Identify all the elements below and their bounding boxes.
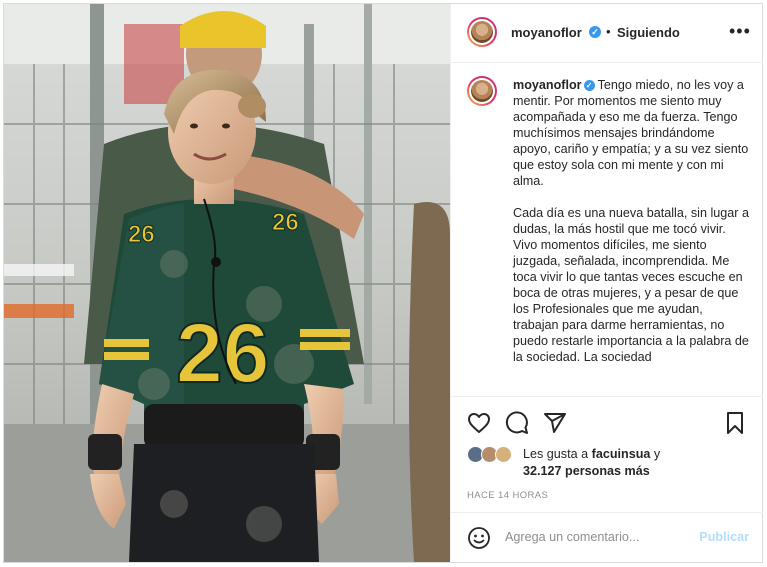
caption-area[interactable]: moyanoflor ✓ Tengo miedo, no les voy a men… <box>451 63 763 396</box>
liker-avatar <box>495 446 512 463</box>
comment-bar: Agrega un comentario... Publicar <box>451 512 763 563</box>
post-header: moyanoflor ✓ • Siguiendo ••• <box>451 4 763 63</box>
caption-avatar[interactable] <box>467 76 497 106</box>
separator-dot: • <box>606 24 611 39</box>
likes-conj: y <box>653 447 661 461</box>
caption-paragraph-1: Tengo miedo, no les voy a mentir. Por mo… <box>513 78 749 188</box>
post-photo[interactable]: 26 26 26 <box>4 4 450 562</box>
post-timestamp[interactable]: HACE 14 HORAS <box>467 490 548 501</box>
share-icon[interactable] <box>543 411 567 435</box>
bookmark-icon[interactable] <box>723 411 747 435</box>
caption-text: moyanoflor ✓ Tengo miedo, no les voy a men… <box>513 77 751 381</box>
comment-icon[interactable] <box>505 411 529 435</box>
header-username[interactable]: moyanoflor <box>511 25 582 40</box>
svg-text:26: 26 <box>272 209 299 236</box>
avatar[interactable] <box>467 17 497 47</box>
verified-icon: ✓ <box>589 26 601 38</box>
caption-username[interactable]: moyanoflor <box>513 78 582 92</box>
likes-user-link[interactable]: facuinsua <box>592 447 651 461</box>
caption-paragraph-2: Cada día es una nueva batalla, sin lugar… <box>513 206 749 364</box>
svg-text:26: 26 <box>128 221 155 248</box>
verified-icon: ✓ <box>583 80 595 91</box>
likes-text: Les gusta a facuinsua y 32.127 personas … <box>523 446 660 480</box>
action-bar <box>451 396 763 447</box>
more-icon[interactable]: ••• <box>729 21 751 42</box>
post-modal: 26 26 26 moyanoflor ✓ • Siguiendo ••• mo… <box>3 3 763 563</box>
post-photo-image: 26 26 26 <box>4 4 450 562</box>
likes-summary: Les gusta a facuinsua y 32.127 personas … <box>451 444 763 486</box>
heart-icon[interactable] <box>467 411 491 435</box>
comment-input[interactable]: Agrega un comentario... <box>505 530 639 544</box>
likes-prefix: Les gusta a <box>523 447 589 461</box>
likes-count-link[interactable]: 32.127 personas más <box>523 464 650 478</box>
publish-button[interactable]: Publicar <box>699 530 749 544</box>
follow-status-button[interactable]: Siguiendo <box>617 25 680 40</box>
emoji-icon[interactable] <box>467 526 491 550</box>
post-sidebar: moyanoflor ✓ • Siguiendo ••• moyanoflor ✓… <box>450 4 763 563</box>
